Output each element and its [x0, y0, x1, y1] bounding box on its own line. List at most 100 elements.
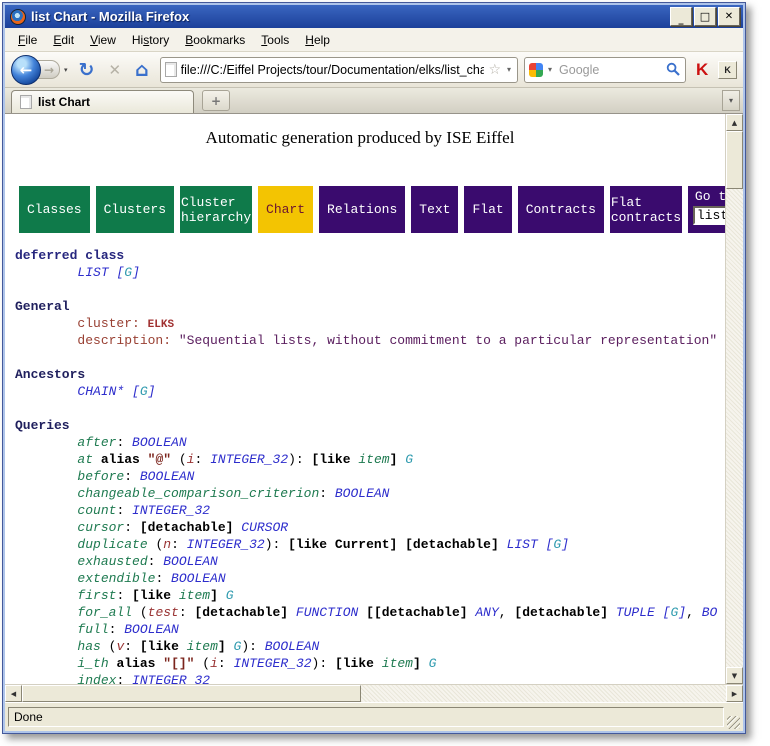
code-segment: ,	[499, 605, 515, 620]
nav-button-cluster-hierarchy[interactable]: Cluster hierarchy	[180, 186, 252, 233]
nav-button-chart[interactable]: Chart	[258, 186, 313, 233]
horizontal-scroll-thumb[interactable]	[22, 685, 361, 702]
class-link[interactable]: BOOLEAN	[163, 554, 218, 569]
home-button[interactable]: ⌂	[128, 55, 156, 85]
reload-button[interactable]: ↻	[72, 55, 102, 85]
class-link[interactable]: FUNCTION	[296, 605, 358, 620]
class-link[interactable]: CHAIN*	[77, 384, 124, 399]
url-bar[interactable]: file:///C:/Eiffel Projects/tour/Document…	[160, 57, 518, 83]
url-dropdown-button[interactable]: ▾	[505, 65, 513, 74]
code-segment: (	[101, 639, 117, 654]
class-link[interactable]: ]	[678, 605, 686, 620]
search-box[interactable]: ▾	[524, 57, 686, 83]
back-button[interactable]: ←	[11, 55, 41, 85]
class-link[interactable]: [	[132, 384, 140, 399]
class-link[interactable]: INTEGER_32	[132, 503, 210, 518]
class-link[interactable]: BOOLEAN	[124, 622, 179, 637]
horizontal-scrollbar[interactable]: ◀ ▶	[5, 684, 743, 702]
class-link[interactable]: INTEGER_32	[210, 452, 288, 467]
menu-bookmarks[interactable]: Bookmarks	[177, 30, 253, 50]
title-bar[interactable]: list Chart - Mozilla Firefox _ □ ✕	[5, 5, 743, 28]
new-tab-button[interactable]: +	[202, 90, 230, 111]
vertical-scrollbar[interactable]: ▲ ▼	[725, 114, 743, 684]
class-link[interactable]: ]	[132, 265, 140, 280]
google-logo-icon[interactable]	[529, 63, 543, 77]
code-segment: (	[171, 452, 187, 467]
status-text: Done	[8, 707, 724, 727]
resize-grip[interactable]	[727, 716, 740, 729]
list-all-tabs-button[interactable]: ▾	[722, 90, 740, 111]
scroll-down-button[interactable]: ▼	[726, 667, 743, 684]
menu-tools[interactable]: Tools	[253, 30, 297, 50]
code-segment: test	[148, 605, 179, 620]
code-segment	[15, 605, 77, 620]
code-segment	[15, 503, 77, 518]
code-segment: i_th	[77, 656, 108, 671]
search-engine-dropdown[interactable]: ▾	[546, 65, 554, 74]
nav-button-clusters[interactable]: Clusters	[96, 186, 174, 233]
code-segment: [like	[132, 588, 179, 603]
scroll-up-button[interactable]: ▲	[726, 114, 743, 131]
search-input[interactable]	[557, 62, 663, 78]
class-link[interactable]: BOOLEAN	[132, 435, 187, 450]
class-link[interactable]: BO	[702, 605, 718, 620]
kaspersky-keyboard-button[interactable]: K	[718, 61, 737, 79]
history-dropdown-button[interactable]: ▾	[60, 66, 72, 74]
class-link[interactable]: INTEGER_32	[132, 673, 210, 684]
code-segment: cluster:	[77, 316, 147, 331]
menu-view[interactable]: View	[82, 30, 124, 50]
tab-list-chart[interactable]: list Chart	[11, 90, 194, 113]
code-line: at alias "@" (i: INTEGER_32): [like item…	[15, 451, 725, 468]
nav-button-classes[interactable]: Classes	[19, 186, 90, 233]
maximize-button[interactable]: □	[694, 7, 716, 26]
class-link[interactable]: LIST	[77, 265, 108, 280]
class-link[interactable]: LIST	[507, 537, 538, 552]
code-segment	[226, 639, 234, 654]
code-segment: [detachable]	[405, 537, 499, 552]
nav-button-flat[interactable]: Flat	[464, 186, 511, 233]
scroll-right-button[interactable]: ▶	[726, 685, 743, 702]
url-input[interactable]: file:///C:/Eiffel Projects/tour/Document…	[181, 63, 485, 77]
class-link[interactable]: BOOLEAN	[140, 469, 195, 484]
class-link[interactable]: INTEGER_32	[187, 537, 265, 552]
menu-file[interactable]: File	[10, 30, 45, 50]
class-link[interactable]: INTEGER_32	[234, 656, 312, 671]
vertical-scroll-thumb[interactable]	[726, 131, 743, 189]
nav-button-relations[interactable]: Relations	[319, 186, 405, 233]
class-link[interactable]: BOOLEAN	[171, 571, 226, 586]
tab-label: list Chart	[38, 95, 90, 109]
code-line: for_all (test: [detachable] FUNCTION [[d…	[15, 604, 725, 621]
bookmark-star-icon[interactable]: ☆	[488, 62, 501, 78]
tab-favicon-icon	[20, 95, 32, 109]
goto-input[interactable]	[693, 206, 725, 225]
class-link[interactable]: BOOLEAN	[265, 639, 320, 654]
class-link[interactable]: BOOLEAN	[335, 486, 390, 501]
class-link[interactable]: CURSOR	[241, 520, 288, 535]
code-line: cluster: ELKS	[15, 315, 725, 332]
code-segment	[538, 537, 546, 552]
nav-button-contracts[interactable]: Contracts	[518, 186, 604, 233]
close-button[interactable]: ✕	[718, 7, 740, 26]
class-link[interactable]: ]	[148, 384, 156, 399]
class-link[interactable]: ]	[561, 537, 569, 552]
class-link[interactable]: TUPLE	[616, 605, 655, 620]
kaspersky-toolbar-icon[interactable]: K	[686, 57, 714, 83]
firefox-app-icon[interactable]	[10, 9, 26, 25]
nav-button-text[interactable]: Text	[411, 186, 458, 233]
stop-button[interactable]: ✕	[101, 55, 128, 85]
menu-help[interactable]: Help	[297, 30, 338, 50]
horizontal-scroll-track[interactable]	[361, 685, 726, 702]
minimize-button[interactable]: _	[670, 7, 692, 26]
menu-history[interactable]: History	[124, 30, 177, 50]
nav-button-flat-contracts[interactable]: Flat contracts	[610, 186, 682, 233]
vertical-scroll-track[interactable]	[726, 189, 743, 667]
code-segment: :	[124, 639, 140, 654]
code-segment: deferred class	[15, 248, 124, 263]
code-line: duplicate (n: INTEGER_32): [like Current…	[15, 536, 725, 553]
class-link[interactable]: ANY	[475, 605, 498, 620]
search-magnifier-icon[interactable]	[666, 62, 681, 77]
menu-edit[interactable]: Edit	[45, 30, 82, 50]
scroll-left-button[interactable]: ◀	[5, 685, 22, 702]
code-line	[15, 281, 725, 298]
page-favicon-icon[interactable]	[165, 62, 177, 77]
